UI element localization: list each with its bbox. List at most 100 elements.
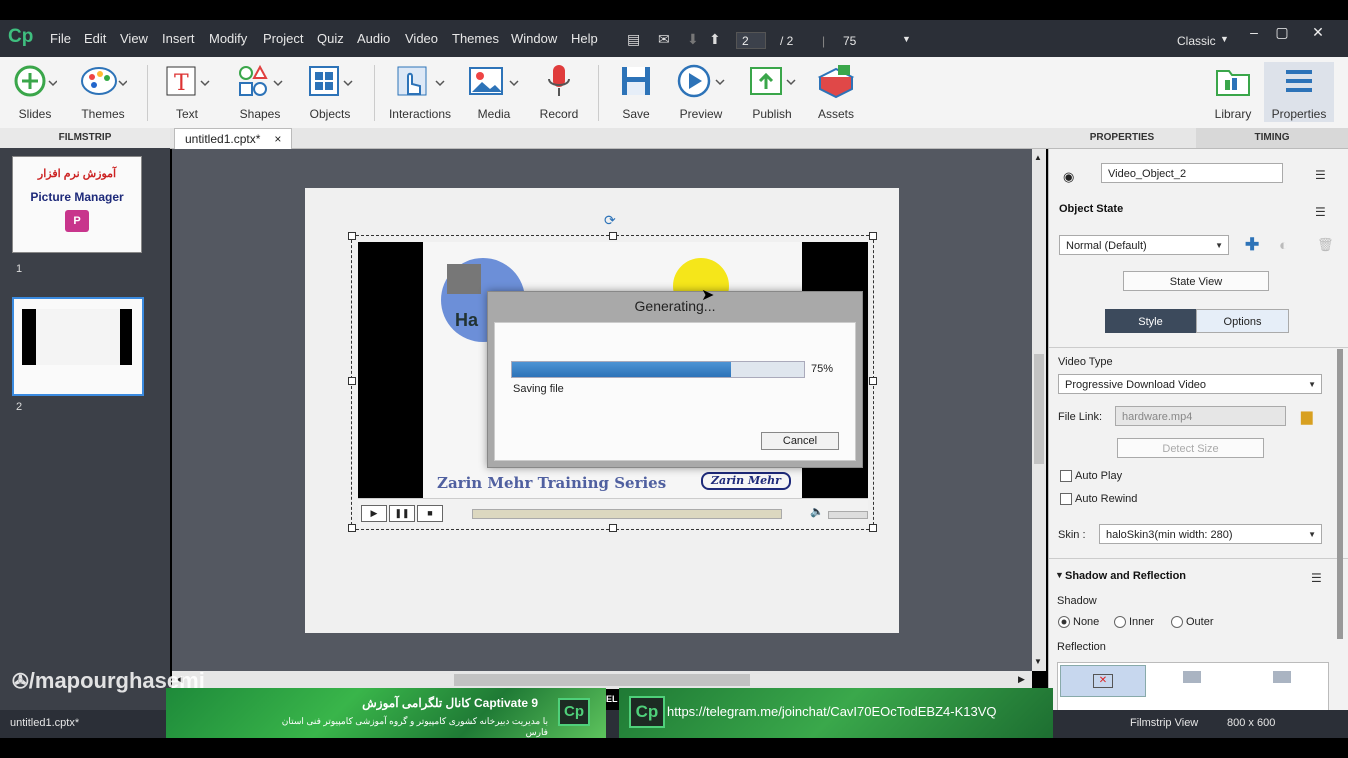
slides-button[interactable]: Slides (0, 62, 70, 121)
minimize-icon[interactable]: ‒ (1240, 24, 1268, 40)
stage-vertical-scrollbar[interactable]: ▲ ▼ (1032, 149, 1046, 671)
arrow-down-icon[interactable]: ⬇ (687, 31, 699, 48)
options-tab[interactable]: Options (1196, 309, 1289, 333)
resize-handle[interactable] (869, 232, 877, 240)
scroll-up-icon[interactable]: ▲ (1034, 153, 1042, 162)
reflection-preset-icon[interactable] (1183, 671, 1201, 683)
tab-properties[interactable]: PROPERTIES (1048, 128, 1196, 148)
save-label: Save (622, 107, 650, 121)
telegram-channel-banner: کانال تلگرامی آموزش Captivate 9 با مدیری… (166, 688, 606, 738)
tab-close-icon[interactable]: × (274, 132, 281, 146)
workspace-switcher[interactable]: Classic (1177, 34, 1216, 48)
objects-button[interactable]: Objects (295, 62, 365, 121)
page-number-input[interactable]: 2 (736, 32, 766, 49)
skin-dropdown[interactable]: haloSkin3(min width: 280) (1099, 524, 1322, 545)
collapse-chevron-icon[interactable]: ▼ (1055, 570, 1064, 580)
folder-icon[interactable]: ▆ (1301, 407, 1313, 425)
stage-horizontal-scrollbar[interactable]: ◀ ▶ (172, 671, 1032, 689)
divider (1049, 347, 1348, 348)
close-icon[interactable]: ✕ (1304, 24, 1332, 41)
record-button[interactable]: Record (524, 62, 594, 121)
add-state-icon[interactable]: ✚ (1245, 235, 1259, 255)
menu-file[interactable]: File (50, 31, 71, 46)
themes-button[interactable]: Themes (68, 62, 138, 121)
workspace-dropdown-icon[interactable]: ▼ (1220, 34, 1229, 44)
resize-handle[interactable] (348, 232, 356, 240)
scroll-right-icon[interactable]: ▶ (1018, 674, 1025, 685)
properties-button[interactable]: Properties (1264, 62, 1334, 122)
interactions-button[interactable]: Interactions (385, 62, 455, 121)
tab-timing[interactable]: TIMING (1196, 128, 1348, 148)
shadow-inner-radio[interactable] (1114, 616, 1126, 628)
comment-icon[interactable]: ▤ (627, 31, 640, 48)
banner-subtitle: با مدیریت دبیرخانه کشوری کامپیوتر و گروه… (281, 716, 548, 737)
assets-button[interactable]: Assets (801, 62, 871, 121)
cancel-button[interactable]: Cancel (761, 432, 839, 450)
style-tab[interactable]: Style (1105, 309, 1196, 333)
video-type-label: Video Type (1058, 356, 1113, 368)
menu-bar: Cp File Edit View Insert Modify Project … (0, 20, 1348, 57)
menu-help[interactable]: Help (571, 31, 598, 46)
menu-themes[interactable]: Themes (452, 31, 499, 46)
document-tab[interactable]: untitled1.cptx* × (174, 128, 293, 149)
resize-handle[interactable] (348, 377, 356, 385)
preview-button[interactable]: Preview (666, 62, 736, 121)
text-button[interactable]: T Text (152, 62, 222, 121)
state-dropdown[interactable]: Normal (Default) (1059, 235, 1229, 256)
status-view: Filmstrip View (1130, 717, 1199, 729)
state-view-button[interactable]: State View (1123, 271, 1269, 291)
zoom-dropdown-icon[interactable]: ▼ (902, 34, 911, 44)
shadow-outer-radio[interactable] (1171, 616, 1183, 628)
shadow-section-title[interactable]: Shadow and Reflection (1065, 570, 1186, 582)
rotate-handle-icon[interactable]: ⟳ (604, 212, 616, 229)
resize-handle[interactable] (869, 377, 877, 385)
scrollbar-thumb[interactable] (1034, 354, 1044, 464)
scrollbar-thumb[interactable] (454, 674, 750, 686)
maximize-icon[interactable]: ▢ (1268, 24, 1296, 41)
resize-handle[interactable] (869, 524, 877, 532)
media-button[interactable]: Media (459, 62, 529, 121)
detect-size-button[interactable]: Detect Size (1117, 438, 1264, 458)
zoom-value[interactable]: 75 (843, 34, 856, 48)
slide-thumbnail-1[interactable]: آموزش نرم افزار Picture Manager P (12, 156, 142, 253)
delete-state-icon[interactable]: 🗑 (1317, 237, 1334, 253)
progress-percent: 75% (811, 363, 834, 375)
resize-handle[interactable] (348, 524, 356, 532)
menu-view[interactable]: View (120, 31, 148, 46)
video-type-dropdown[interactable]: Progressive Download Video (1058, 374, 1322, 395)
reflection-none-preset[interactable]: ✕ (1060, 665, 1146, 697)
telegram-url[interactable]: https://telegram.me/joinchat/CavI70EOcTo… (667, 704, 997, 719)
visibility-eye-icon[interactable]: ◉ (1063, 169, 1074, 185)
section-menu-icon[interactable]: ☰ (1311, 571, 1322, 585)
panel-menu-icon[interactable]: ☰ (1315, 168, 1326, 182)
library-button[interactable]: Library (1198, 62, 1268, 121)
menu-quiz[interactable]: Quiz (317, 31, 344, 46)
resize-handle[interactable] (609, 232, 617, 240)
scroll-down-icon[interactable]: ▼ (1034, 657, 1042, 666)
reset-state-icon[interactable]: ◐ (1279, 237, 1288, 254)
auto-play-checkbox[interactable] (1060, 470, 1072, 482)
shapes-button[interactable]: Shapes (225, 62, 295, 121)
object-name-field[interactable]: Video_Object_2 (1101, 163, 1283, 183)
arrow-up-icon[interactable]: ⬆ (709, 31, 721, 48)
menu-edit[interactable]: Edit (84, 31, 106, 46)
mail-icon[interactable]: ✉ (658, 31, 670, 48)
menu-video[interactable]: Video (405, 31, 438, 46)
menu-audio[interactable]: Audio (357, 31, 390, 46)
shadow-none-radio[interactable] (1058, 616, 1070, 628)
slide-thumbnail-2[interactable] (12, 297, 144, 396)
auto-rewind-checkbox[interactable] (1060, 493, 1072, 505)
save-button[interactable]: Save (601, 62, 671, 121)
microphone-icon (524, 62, 594, 100)
menu-project[interactable]: Project (263, 31, 303, 46)
menu-modify[interactable]: Modify (209, 31, 247, 46)
file-link-field[interactable]: hardware.mp4 (1115, 406, 1286, 426)
state-menu-icon[interactable]: ☰ (1315, 205, 1326, 219)
menu-window[interactable]: Window (511, 31, 557, 46)
resize-handle[interactable] (609, 524, 617, 532)
reflection-preset-icon[interactable] (1273, 671, 1291, 683)
menu-insert[interactable]: Insert (162, 31, 195, 46)
publish-button[interactable]: Publish (737, 62, 807, 121)
panel-scrollbar[interactable] (1337, 349, 1343, 639)
shadow-inner-label: Inner (1129, 616, 1155, 628)
